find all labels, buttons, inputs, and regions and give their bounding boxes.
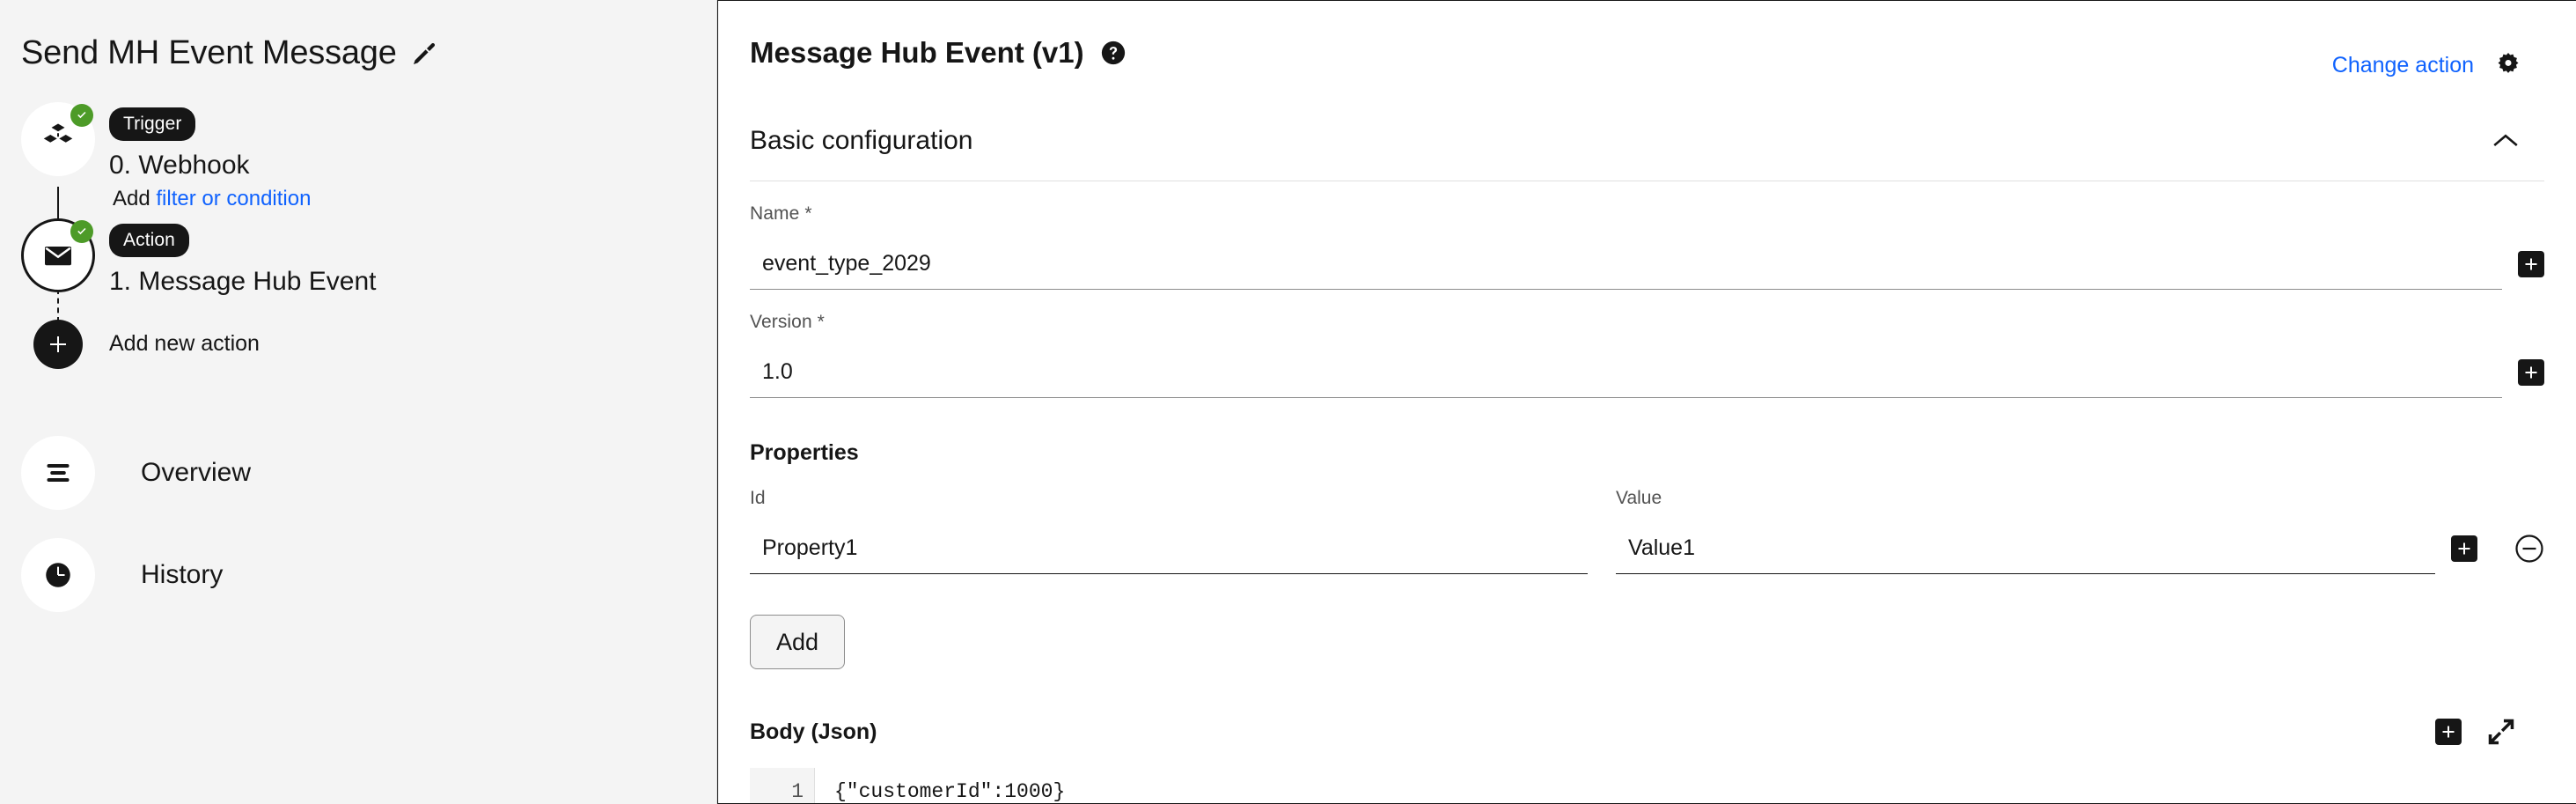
name-field-block: Name * event_type_2029 bbox=[718, 181, 2576, 290]
body-section-title: Body (Json) bbox=[750, 719, 877, 744]
sidebar-nav: Overview History bbox=[0, 422, 716, 626]
overview-icon-wrap bbox=[21, 435, 95, 510]
editor-code-line: {"customerId":1000} bbox=[834, 780, 1066, 803]
minus-circle-icon[interactable] bbox=[2514, 534, 2544, 564]
envelope-icon bbox=[40, 238, 76, 273]
action-status-complete-icon bbox=[70, 219, 93, 243]
clock-icon bbox=[40, 557, 76, 593]
pencil-icon[interactable] bbox=[409, 38, 437, 69]
name-field-row: event_type_2029 bbox=[750, 239, 2544, 290]
property-id-column: Id Property1 bbox=[750, 489, 1588, 574]
panel-inner: Message Hub Event (v1) Change action Bas… bbox=[718, 1, 2576, 803]
name-field-label: Name * bbox=[750, 203, 812, 224]
action-step-label: 1. Message Hub Event bbox=[109, 266, 377, 296]
add-property-button[interactable]: Add bbox=[750, 615, 845, 669]
add-filter-link[interactable]: filter or condition bbox=[156, 187, 311, 210]
add-new-action-icon-wrap bbox=[21, 307, 95, 381]
add-filter-or-condition-row[interactable]: Add filter or condition bbox=[113, 181, 716, 218]
property-value-column: Value Value1 bbox=[1616, 489, 2544, 574]
trigger-step-label: 0. Webhook bbox=[109, 150, 250, 180]
panel-header: Message Hub Event (v1) Change action bbox=[718, 1, 2576, 80]
panel-title-row: Message Hub Event (v1) bbox=[750, 38, 1127, 67]
panel-header-actions: Change action bbox=[2332, 38, 2523, 80]
workflow-title-row: Send MH Event Message bbox=[0, 0, 716, 72]
page-title: Message Hub Event (v1) bbox=[750, 36, 1084, 69]
body-json-editor[interactable]: 1 {"customerId":1000} bbox=[750, 768, 2544, 803]
plus-circle-icon[interactable] bbox=[33, 319, 83, 369]
property-id-input[interactable]: Property1 bbox=[750, 523, 1588, 574]
trigger-tag: Trigger bbox=[109, 107, 196, 141]
basic-configuration-section-header[interactable]: Basic configuration bbox=[718, 80, 2576, 156]
property-value-input[interactable]: Value1 bbox=[1616, 523, 2435, 574]
version-field-label: Version * bbox=[750, 312, 825, 332]
chevron-up-icon[interactable] bbox=[2493, 133, 2518, 149]
expand-arrows-icon[interactable] bbox=[2484, 715, 2518, 749]
workflow-sidebar: Send MH Event Message Trigger 0. Webhook… bbox=[0, 0, 717, 804]
property-add-variable-button[interactable] bbox=[2451, 535, 2477, 562]
property-value-label: Value bbox=[1616, 488, 1662, 508]
editor-code-area[interactable]: {"customerId":1000} bbox=[815, 768, 2544, 803]
list-icon bbox=[40, 455, 76, 491]
add-filter-prefix: Add bbox=[113, 186, 157, 210]
properties-title: Properties bbox=[750, 440, 859, 465]
body-add-variable-button[interactable] bbox=[2435, 719, 2462, 745]
property-id-label: Id bbox=[750, 488, 766, 508]
action-tag: Action bbox=[109, 223, 189, 257]
version-add-variable-button[interactable] bbox=[2518, 359, 2544, 386]
editor-gutter: 1 bbox=[750, 768, 815, 803]
version-field-row: 1.0 bbox=[750, 347, 2544, 398]
sidebar-item-overview-label: Overview bbox=[141, 457, 252, 487]
help-circle-icon[interactable] bbox=[1100, 40, 1127, 66]
basic-configuration-title: Basic configuration bbox=[750, 126, 973, 155]
add-new-action-label: Add new action bbox=[109, 331, 260, 357]
action-config-panel: Message Hub Event (v1) Change action Bas… bbox=[717, 0, 2576, 804]
workflow-step-trigger[interactable]: Trigger 0. Webhook bbox=[21, 101, 716, 181]
blocks-icon bbox=[40, 122, 76, 157]
sidebar-item-history[interactable]: History bbox=[21, 524, 716, 626]
add-new-action-row[interactable]: Add new action bbox=[21, 307, 716, 381]
trigger-status-complete-icon bbox=[70, 103, 93, 127]
workflow-steps: Trigger 0. Webhook Add filter or conditi… bbox=[0, 101, 716, 381]
body-section-actions bbox=[2435, 715, 2518, 749]
body-section-header: Body (Json) bbox=[718, 669, 2576, 749]
trigger-icon-wrap bbox=[21, 101, 95, 176]
sidebar-item-history-label: History bbox=[141, 559, 224, 589]
workflow-editor-app: Send MH Event Message Trigger 0. Webhook… bbox=[0, 0, 2576, 804]
sidebar-item-overview[interactable]: Overview bbox=[21, 422, 716, 524]
change-action-link[interactable]: Change action bbox=[2332, 53, 2474, 78]
name-input[interactable]: event_type_2029 bbox=[750, 239, 2502, 290]
name-add-variable-button[interactable] bbox=[2518, 251, 2544, 277]
workflow-step-action[interactable]: Action 1. Message Hub Event bbox=[21, 218, 716, 297]
workflow-title: Send MH Event Message bbox=[21, 34, 397, 71]
gear-icon[interactable] bbox=[2493, 50, 2523, 80]
history-icon-wrap bbox=[21, 537, 95, 612]
editor-line-number: 1 bbox=[791, 780, 804, 803]
action-icon-wrap bbox=[21, 218, 95, 292]
version-input[interactable]: 1.0 bbox=[750, 347, 2502, 398]
version-field-block: Version * 1.0 bbox=[718, 290, 2576, 398]
trigger-step-body: Trigger 0. Webhook bbox=[95, 102, 250, 181]
action-step-body: Action 1. Message Hub Event bbox=[95, 218, 377, 297]
property-value-row: Value1 bbox=[1616, 523, 2544, 574]
property-row: Id Property1 Value Value1 bbox=[718, 466, 2576, 574]
